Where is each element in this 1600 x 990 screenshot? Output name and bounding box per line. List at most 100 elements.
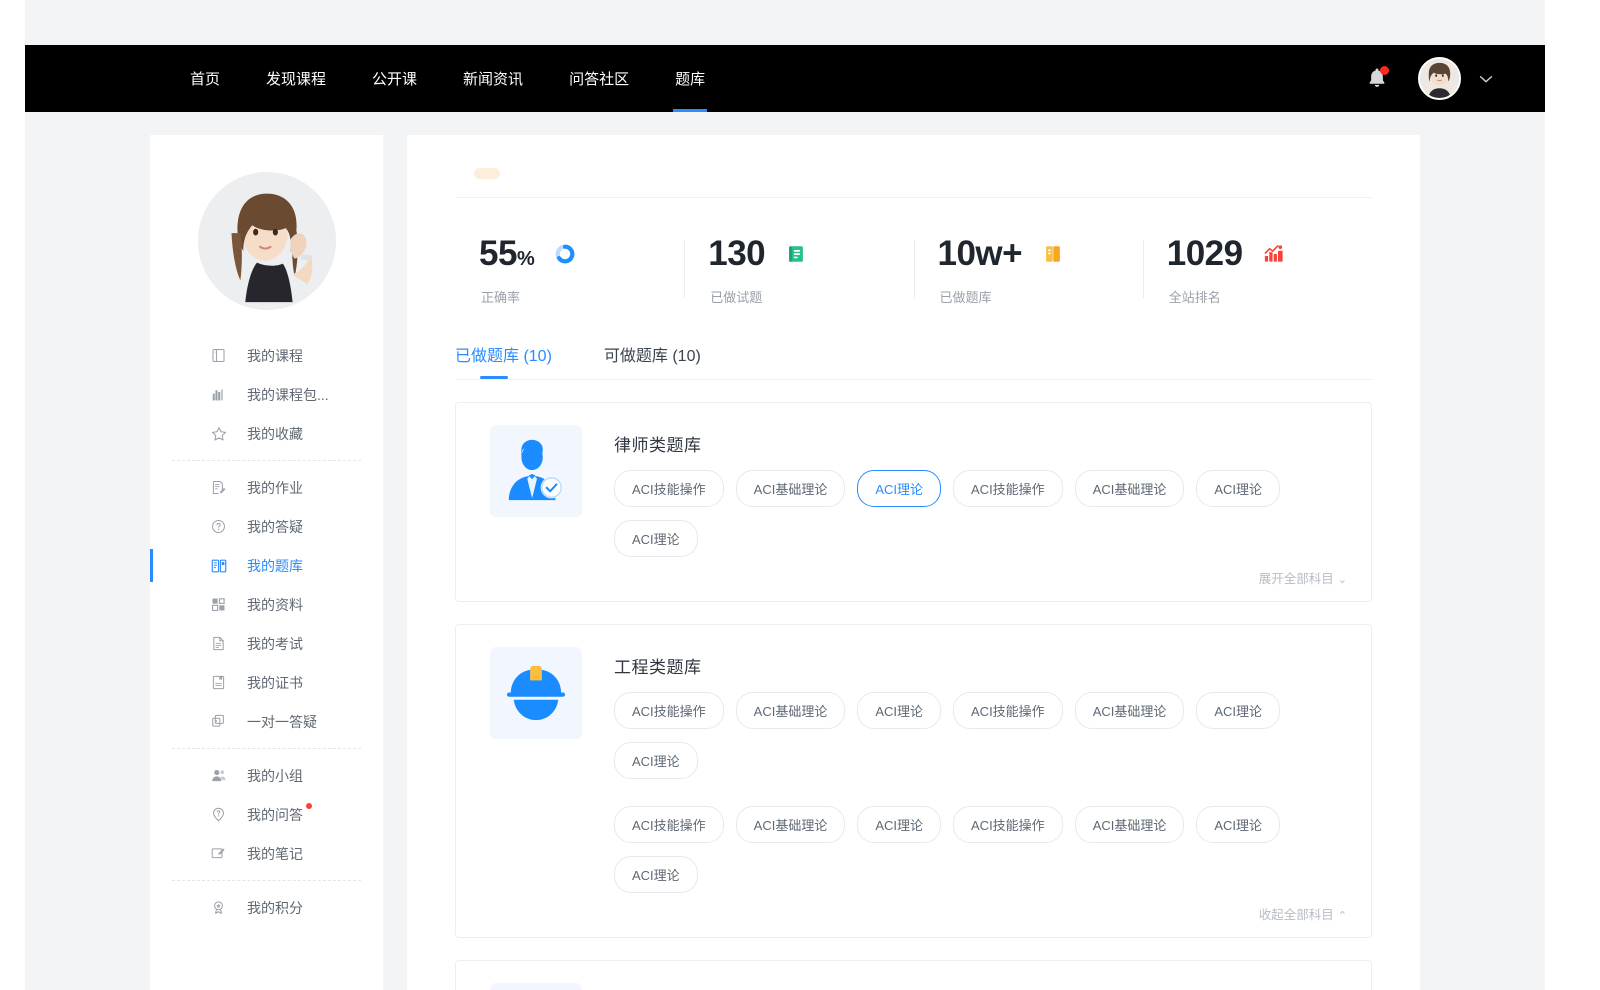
user-avatar-large — [198, 172, 336, 310]
sidebar-item-label: 我的答疑 — [247, 517, 303, 537]
subject-tag[interactable]: ACI理论 — [614, 742, 698, 779]
subject-tag[interactable]: ACI理论 — [857, 806, 941, 843]
avatar-photo — [1420, 59, 1459, 98]
sidebar-item-one-to-one[interactable]: 一对一答疑 — [150, 702, 383, 741]
stats-row: 55%正确率130已做试题10w+已做题库1029全站排名 — [455, 224, 1372, 314]
question-bank-body: 工程类题库ACI技能操作ACI基础理论ACI理论ACI技能操作ACI基础理论AC… — [614, 647, 1347, 923]
nav-item-5[interactable]: 问答社区 — [546, 45, 652, 112]
subject-tag[interactable]: ACI基础理论 — [736, 470, 846, 507]
sidebar-item-materials-grid[interactable]: 我的资料 — [150, 585, 383, 624]
sidebar-item-label: 一对一答疑 — [247, 712, 317, 732]
expand-subjects-label: 收起全部科目 — [1259, 908, 1334, 922]
question-bank-card[interactable]: 工程类题库ACI技能操作ACI基础理论ACI理论ACI技能操作ACI基础理论AC… — [455, 624, 1372, 938]
sidebar-item-qa-location[interactable]: 我的问答 — [150, 795, 383, 834]
question-bank-thumbnail — [490, 425, 582, 517]
subject-tag[interactable]: ACI基础理论 — [1075, 470, 1185, 507]
subject-tag[interactable]: ACI技能操作 — [953, 470, 1063, 507]
unread-dot — [306, 803, 312, 809]
sidebar-item-label: 我的小组 — [247, 766, 303, 786]
subject-tag[interactable]: ACI基础理论 — [1075, 692, 1185, 729]
yellow-book-icon — [1042, 243, 1064, 265]
question-bank-thumbnail — [490, 647, 582, 739]
stat-icon-wrap — [1042, 243, 1064, 265]
subject-tag[interactable]: ACI理论 — [1196, 806, 1280, 843]
expand-subjects-link[interactable]: 展开全部科目⌄ — [614, 568, 1347, 587]
stat-label: 全站排名 — [1143, 287, 1372, 306]
stat-value-row: 1029 — [1143, 236, 1372, 271]
stat-icon-wrap — [785, 243, 807, 265]
one-to-one-icon — [209, 712, 228, 731]
subject-tag[interactable]: ACI理论 — [1196, 692, 1280, 729]
subject-tag[interactable]: ACI技能操作 — [614, 470, 724, 507]
sidebar-item-label: 我的收藏 — [247, 424, 303, 444]
nav-item-6[interactable]: 题库 — [652, 45, 728, 112]
certificate-icon — [209, 673, 228, 692]
subject-tag[interactable]: ACI理论 — [614, 520, 698, 557]
subject-tag[interactable]: ACI基础理论 — [736, 806, 846, 843]
subject-tag[interactable]: ACI技能操作 — [953, 806, 1063, 843]
question-bank-title: 工程类题库 — [614, 653, 1347, 678]
sidebar-item-book[interactable]: 我的课程 — [150, 336, 383, 375]
subject-tag-row: ACI技能操作 ACI基础理论 ACI理论 ACI技能操作 ACI基础理论 ACI理论 AC… — [614, 470, 1347, 570]
sidebar-item-label: 我的问答 — [247, 805, 303, 825]
sidebar-item-star[interactable]: 我的收藏 — [150, 414, 383, 453]
user-menu-chevron-down-icon[interactable] — [1477, 70, 1495, 88]
sidebar-item-label: 我的题库 — [247, 556, 303, 576]
nav-item-2[interactable]: 发现课程 — [243, 45, 349, 112]
stat-value: 55% — [479, 236, 534, 271]
nav-item-4[interactable]: 新闻资讯 — [440, 45, 546, 112]
stat-card-4: 1029 全站排名 — [1143, 224, 1372, 314]
subject-tag[interactable]: ACI技能操作 — [953, 692, 1063, 729]
expand-subjects-link[interactable]: 收起全部科目 ⌃ — [614, 904, 1347, 923]
question-bank-body: 律师类题库ACI技能操作ACI基础理论ACI理论ACI技能操作ACI基础理论AC… — [614, 425, 1347, 587]
red-rank-icon — [1262, 242, 1285, 265]
sidebar-item-note-edit[interactable]: 我的笔记 — [150, 834, 383, 873]
sidebar-item-certificate[interactable]: 我的证书 — [150, 663, 383, 702]
stat-card-1: 55%正确率 — [455, 224, 684, 314]
subject-tag[interactable]: ACI理论 — [857, 692, 941, 729]
sidebar-item-exam-paper[interactable]: 我的考试 — [150, 624, 383, 663]
subject-tag[interactable]: ACI技能操作 — [614, 806, 724, 843]
lawyer-verified-icon — [501, 436, 571, 506]
subject-tag[interactable]: ACI理论 — [857, 470, 941, 507]
tab-1[interactable]: 已做题库 (10) — [455, 342, 552, 379]
sidebar-item-homework-pen[interactable]: 我的作业 — [150, 468, 383, 507]
nav-item-3[interactable]: 公开课 — [349, 45, 440, 112]
stat-value-row: 10w+ — [914, 236, 1143, 271]
sidebar-group-3: 我的小组我的问答我的笔记 — [150, 756, 383, 873]
sidebar-item-group-users[interactable]: 我的小组 — [150, 756, 383, 795]
sidebar-item-label: 我的积分 — [247, 898, 303, 918]
chevron-toggle-icon: ⌄ — [1338, 574, 1347, 586]
question-bank-thumbnail — [490, 983, 582, 990]
question-bank-card[interactable]: 律师类题库ACI技能操作ACI基础理论ACI理论ACI技能操作ACI基础理论AC… — [455, 402, 1372, 602]
stat-value-row: 130 — [684, 236, 913, 271]
question-bank-card[interactable]: 律师类题库ACI技能操作ACI基础理论ACI理论ACI技能操作ACI基础理论AC… — [455, 960, 1372, 990]
subject-tag-row: ACI技能操作 ACI基础理论 ACI理论 ACI技能操作 ACI基础理论 ACI理论 AC… — [614, 806, 1347, 906]
nav-item-1[interactable]: 首页 — [167, 45, 243, 112]
subject-tag[interactable]: ACI技能操作 — [614, 692, 724, 729]
content-tabs: 已做题库 (10) 可做题库 (10) — [455, 342, 1372, 379]
stat-value-row: 55% — [455, 236, 684, 271]
avatar-photo-large — [198, 172, 336, 310]
question-bank-title: 律师类题库 — [614, 431, 1347, 456]
subject-tag[interactable]: ACI基础理论 — [1075, 806, 1185, 843]
qa-location-icon — [209, 805, 228, 824]
user-avatar-small[interactable] — [1418, 57, 1461, 100]
sidebar-item-package-bars[interactable]: 我的课程包... — [150, 375, 383, 414]
subject-tag[interactable]: ACI理论 — [614, 856, 698, 893]
stat-value: 130 — [708, 236, 765, 271]
stat-card-2: 130已做试题 — [684, 224, 913, 314]
sidebar-item-question-circle[interactable]: 我的答疑 — [150, 507, 383, 546]
tab-2[interactable]: 可做题库 (10) — [604, 342, 701, 379]
question-circle-icon — [209, 517, 228, 536]
top-nav-items: 首页发现课程公开课新闻资讯问答社区题库 — [167, 45, 728, 112]
question-bank-icon — [209, 556, 228, 575]
main-panel: 55%正确率130已做试题10w+已做题库1029全站排名 已做题库 (10)可… — [407, 135, 1420, 990]
sidebar-divider — [172, 460, 361, 461]
sidebar-item-question-bank[interactable]: 我的题库 — [150, 546, 383, 585]
subject-tag[interactable]: ACI基础理论 — [736, 692, 846, 729]
sidebar-item-points-medal[interactable]: 我的积分 — [150, 888, 383, 927]
subject-tag[interactable]: ACI理论 — [1196, 470, 1280, 507]
notification-bell-button[interactable] — [1364, 65, 1390, 93]
chevron-toggle-icon: ⌃ — [1338, 910, 1347, 922]
